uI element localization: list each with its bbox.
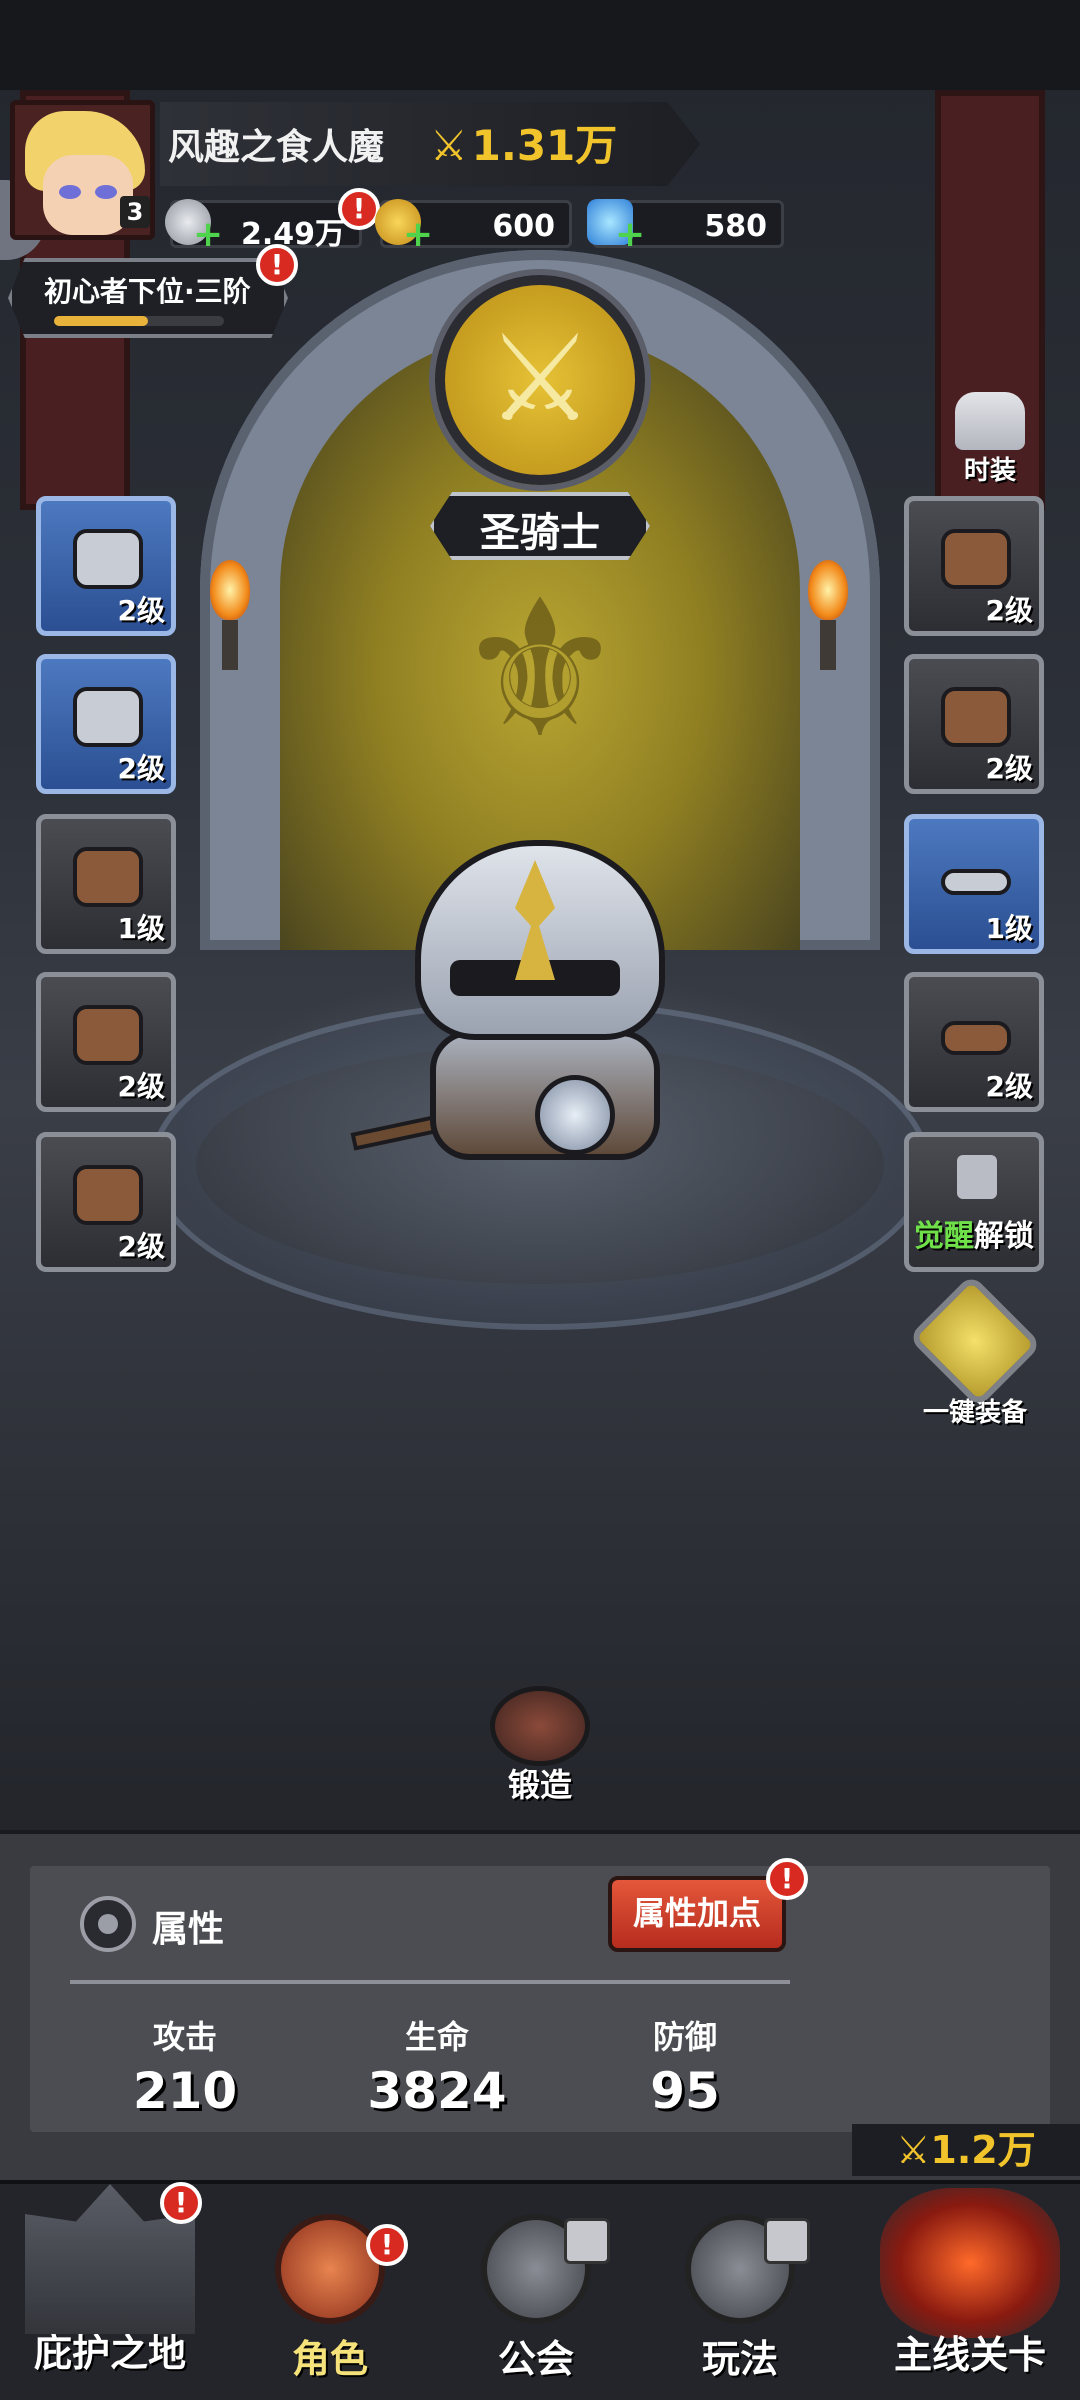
nav-guild[interactable]: 公会 [456, 2180, 616, 2400]
demon-stage-icon [880, 2188, 1060, 2338]
rank-label: 初心者下位·三阶 [44, 275, 251, 308]
stage-power-indicator: ⚔1.2万 [852, 2124, 1080, 2176]
anvil-icon [490, 1686, 590, 1766]
portal-emblem-icon: ⚜ [454, 559, 626, 780]
awaken-unlock-slot[interactable]: 觉醒解锁 [904, 1132, 1044, 1272]
armor-icon [73, 847, 143, 907]
costume-icon [955, 392, 1025, 450]
cap-icon [73, 687, 143, 747]
slot-level: 2级 [985, 594, 1033, 627]
right-torch-icon [808, 560, 848, 670]
add-silver-icon[interactable]: + [193, 217, 223, 253]
top-shadow [0, 0, 1080, 90]
paladin-character[interactable] [350, 840, 670, 1180]
equip-slot-accessory[interactable]: 2级 [904, 972, 1044, 1112]
awaken-unlock-label: 觉醒解锁 [914, 1219, 1034, 1254]
shelter-alert-badge: ! [160, 2182, 202, 2224]
accessory-icon [941, 1021, 1011, 1055]
stat-label: 防御 [652, 2018, 717, 2056]
stat-label: 攻击 [152, 2018, 217, 2056]
stat-attack: 攻击 210 [100, 2012, 270, 2120]
stage-power-value: 1.2万 [930, 2128, 1036, 2172]
lock-icon [957, 1155, 997, 1199]
crossed-swords-icon: ⚔ [896, 2128, 931, 2172]
gold-value: 600 [492, 209, 555, 244]
equip-slot-cap[interactable]: 2级 [36, 654, 176, 794]
stat-label: 生命 [404, 2018, 469, 2056]
nav-character[interactable]: 角色 [250, 2180, 410, 2400]
left-torch-icon [210, 560, 250, 670]
auto-equip-button[interactable]: 一键装备 [900, 1273, 1050, 1429]
slot-level: 2级 [985, 1070, 1033, 1103]
equip-slot-armor[interactable]: 1级 [36, 814, 176, 954]
slot-level: 2级 [117, 1230, 165, 1263]
equip-slot-gloves[interactable]: 2级 [904, 496, 1044, 636]
equip-slot-weapon[interactable]: 2级 [36, 1132, 176, 1272]
slot-level: 2级 [985, 752, 1033, 785]
helmet-icon [73, 529, 143, 589]
crossed-swords-icon: ⚔ [430, 121, 468, 170]
player-level: 3 [120, 196, 150, 228]
stat-value: 210 [132, 2062, 238, 2120]
eye-icon [80, 1896, 136, 1952]
silver-resource[interactable]: + 2.49万 [165, 199, 362, 253]
attribute-title: 属性 [152, 1909, 225, 1950]
attribute-divider [70, 1980, 790, 1984]
rank-alert-badge: ! [256, 244, 298, 286]
equip-slot-boots[interactable]: 2级 [904, 654, 1044, 794]
attribute-alert-badge: ! [766, 1858, 808, 1900]
belt-icon [941, 869, 1011, 895]
slot-level: 2级 [117, 594, 165, 627]
stat-hp: 生命 3824 [352, 2012, 522, 2120]
add-attribute-points-button[interactable]: 属性加点 [608, 1876, 786, 1952]
gem-resource[interactable]: + 580 [587, 199, 784, 253]
nav-label: 角色 [291, 2337, 368, 2381]
costume-button[interactable]: 时装 [940, 392, 1040, 487]
gold-resource[interactable]: + 600 [375, 199, 572, 253]
nav-label: 公会 [497, 2337, 574, 2381]
forge-button[interactable]: 锻造 [474, 1686, 606, 1806]
class-name: 圣骑士 [480, 510, 600, 556]
gloves-icon [941, 529, 1011, 589]
gameplay-lock-icon [764, 2218, 810, 2264]
equip-slot-helmet[interactable]: 2级 [36, 496, 176, 636]
slot-level: 1级 [985, 912, 1033, 945]
boots-icon [941, 687, 1011, 747]
stat-value: 3824 [367, 2062, 507, 2120]
pants-icon [73, 1005, 143, 1065]
player-name: 风趣之食人魔 [168, 127, 385, 168]
player-power: ⚔1.31万 [430, 112, 617, 173]
nav-gameplay[interactable]: 玩法 [660, 2180, 820, 2400]
slot-level: 1级 [117, 912, 165, 945]
add-gems-icon[interactable]: + [615, 217, 645, 253]
nav-label: 玩法 [701, 2337, 778, 2381]
add-gold-icon[interactable]: + [403, 217, 433, 253]
silver-alert-badge: ! [338, 188, 380, 230]
nav-main-stage[interactable]: 主线关卡 [860, 2180, 1080, 2400]
character-alert-badge: ! [366, 2224, 408, 2266]
equip-slot-belt[interactable]: 1级 [904, 814, 1044, 954]
costume-label: 时装 [963, 456, 1016, 486]
mace-head [535, 1075, 615, 1155]
gem-value: 580 [704, 209, 767, 244]
equip-slot-pants[interactable]: 2级 [36, 972, 176, 1112]
rank-progress-bar [54, 316, 224, 326]
guild-lock-icon [564, 2218, 610, 2264]
mace-shield-icon [73, 1165, 143, 1225]
silver-value: 2.49万 [240, 217, 345, 252]
stat-defense: 防御 95 [600, 2012, 770, 2120]
paladin-class-icon[interactable]: ⚔ [435, 275, 645, 485]
forge-label: 锻造 [507, 1766, 572, 1804]
player-power-value: 1.31万 [471, 121, 618, 170]
nav-label: 主线关卡 [893, 2333, 1046, 2377]
stat-value: 95 [650, 2062, 720, 2120]
character-shield-icon [275, 2214, 385, 2324]
slot-level: 2级 [117, 1070, 165, 1103]
slot-level: 2级 [117, 752, 165, 785]
